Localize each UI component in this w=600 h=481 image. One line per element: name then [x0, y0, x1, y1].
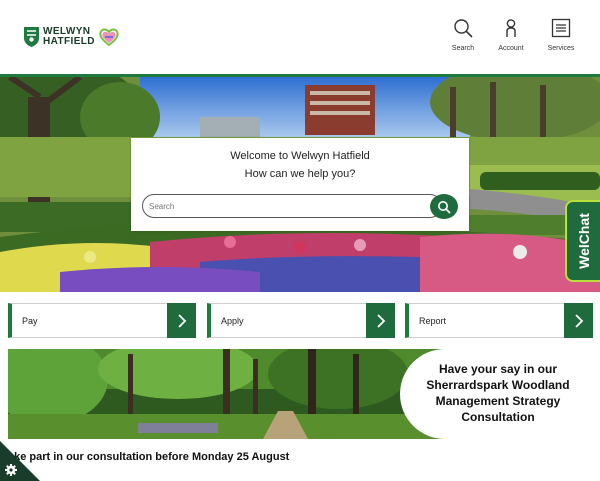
nav-search-label: Search — [451, 45, 475, 52]
welcome-search-panel: Welcome to Welwyn Hatfield How can we he… — [131, 138, 469, 231]
nav-account-label: Account — [498, 45, 524, 52]
site-search-input[interactable] — [142, 194, 442, 218]
apply-tile[interactable]: Apply — [207, 303, 395, 338]
nav-account[interactable]: Account — [489, 18, 533, 52]
report-tile[interactable]: Report — [405, 303, 593, 338]
pay-tile[interactable]: Pay — [8, 303, 196, 338]
logo-wordmark: WELWYN HATFIELD — [43, 27, 95, 47]
welchat-tab[interactable]: WelChat — [565, 200, 600, 282]
list-icon — [551, 18, 571, 38]
gear-icon — [5, 464, 17, 476]
promo-caption: ake part in our consultation before Mond… — [8, 451, 290, 463]
shield-icon — [24, 27, 39, 47]
chevron-right-icon — [177, 313, 186, 328]
pay-arrow[interactable] — [167, 303, 196, 338]
site-search-button[interactable] — [430, 194, 458, 219]
site-header: WELWYN HATFIELD Search Account Services — [0, 0, 600, 74]
cookie-settings-button[interactable] — [0, 441, 40, 481]
search-icon — [454, 19, 473, 38]
nav-search[interactable]: Search — [441, 18, 485, 52]
promo-headline: Have your say in our Sherrardspark Woodl… — [426, 362, 570, 424]
apply-label: Apply — [221, 316, 244, 326]
pay-label: Pay — [22, 316, 38, 326]
welchat-label: WelChat — [575, 213, 592, 269]
consultation-promo[interactable]: Have your say in our Sherrardspark Woodl… — [8, 349, 592, 439]
council-logo[interactable]: WELWYN HATFIELD — [24, 26, 120, 48]
apply-arrow[interactable] — [366, 303, 395, 338]
chevron-right-icon — [574, 313, 583, 328]
welcome-heading: Welcome to Welwyn Hatfield — [230, 150, 370, 162]
report-label: Report — [419, 316, 447, 326]
chevron-right-icon — [376, 313, 385, 328]
logo-line2: HATFIELD — [43, 36, 95, 47]
welcome-subheading: How can we help you? — [244, 168, 356, 180]
report-arrow[interactable] — [564, 303, 593, 338]
promo-text-panel: Have your say in our Sherrardspark Woodl… — [400, 349, 592, 439]
search-icon — [438, 200, 451, 213]
nav-services[interactable]: Services — [539, 18, 583, 52]
person-icon — [506, 19, 516, 37]
heart-icon — [99, 28, 119, 47]
nav-services-label: Services — [547, 45, 575, 52]
